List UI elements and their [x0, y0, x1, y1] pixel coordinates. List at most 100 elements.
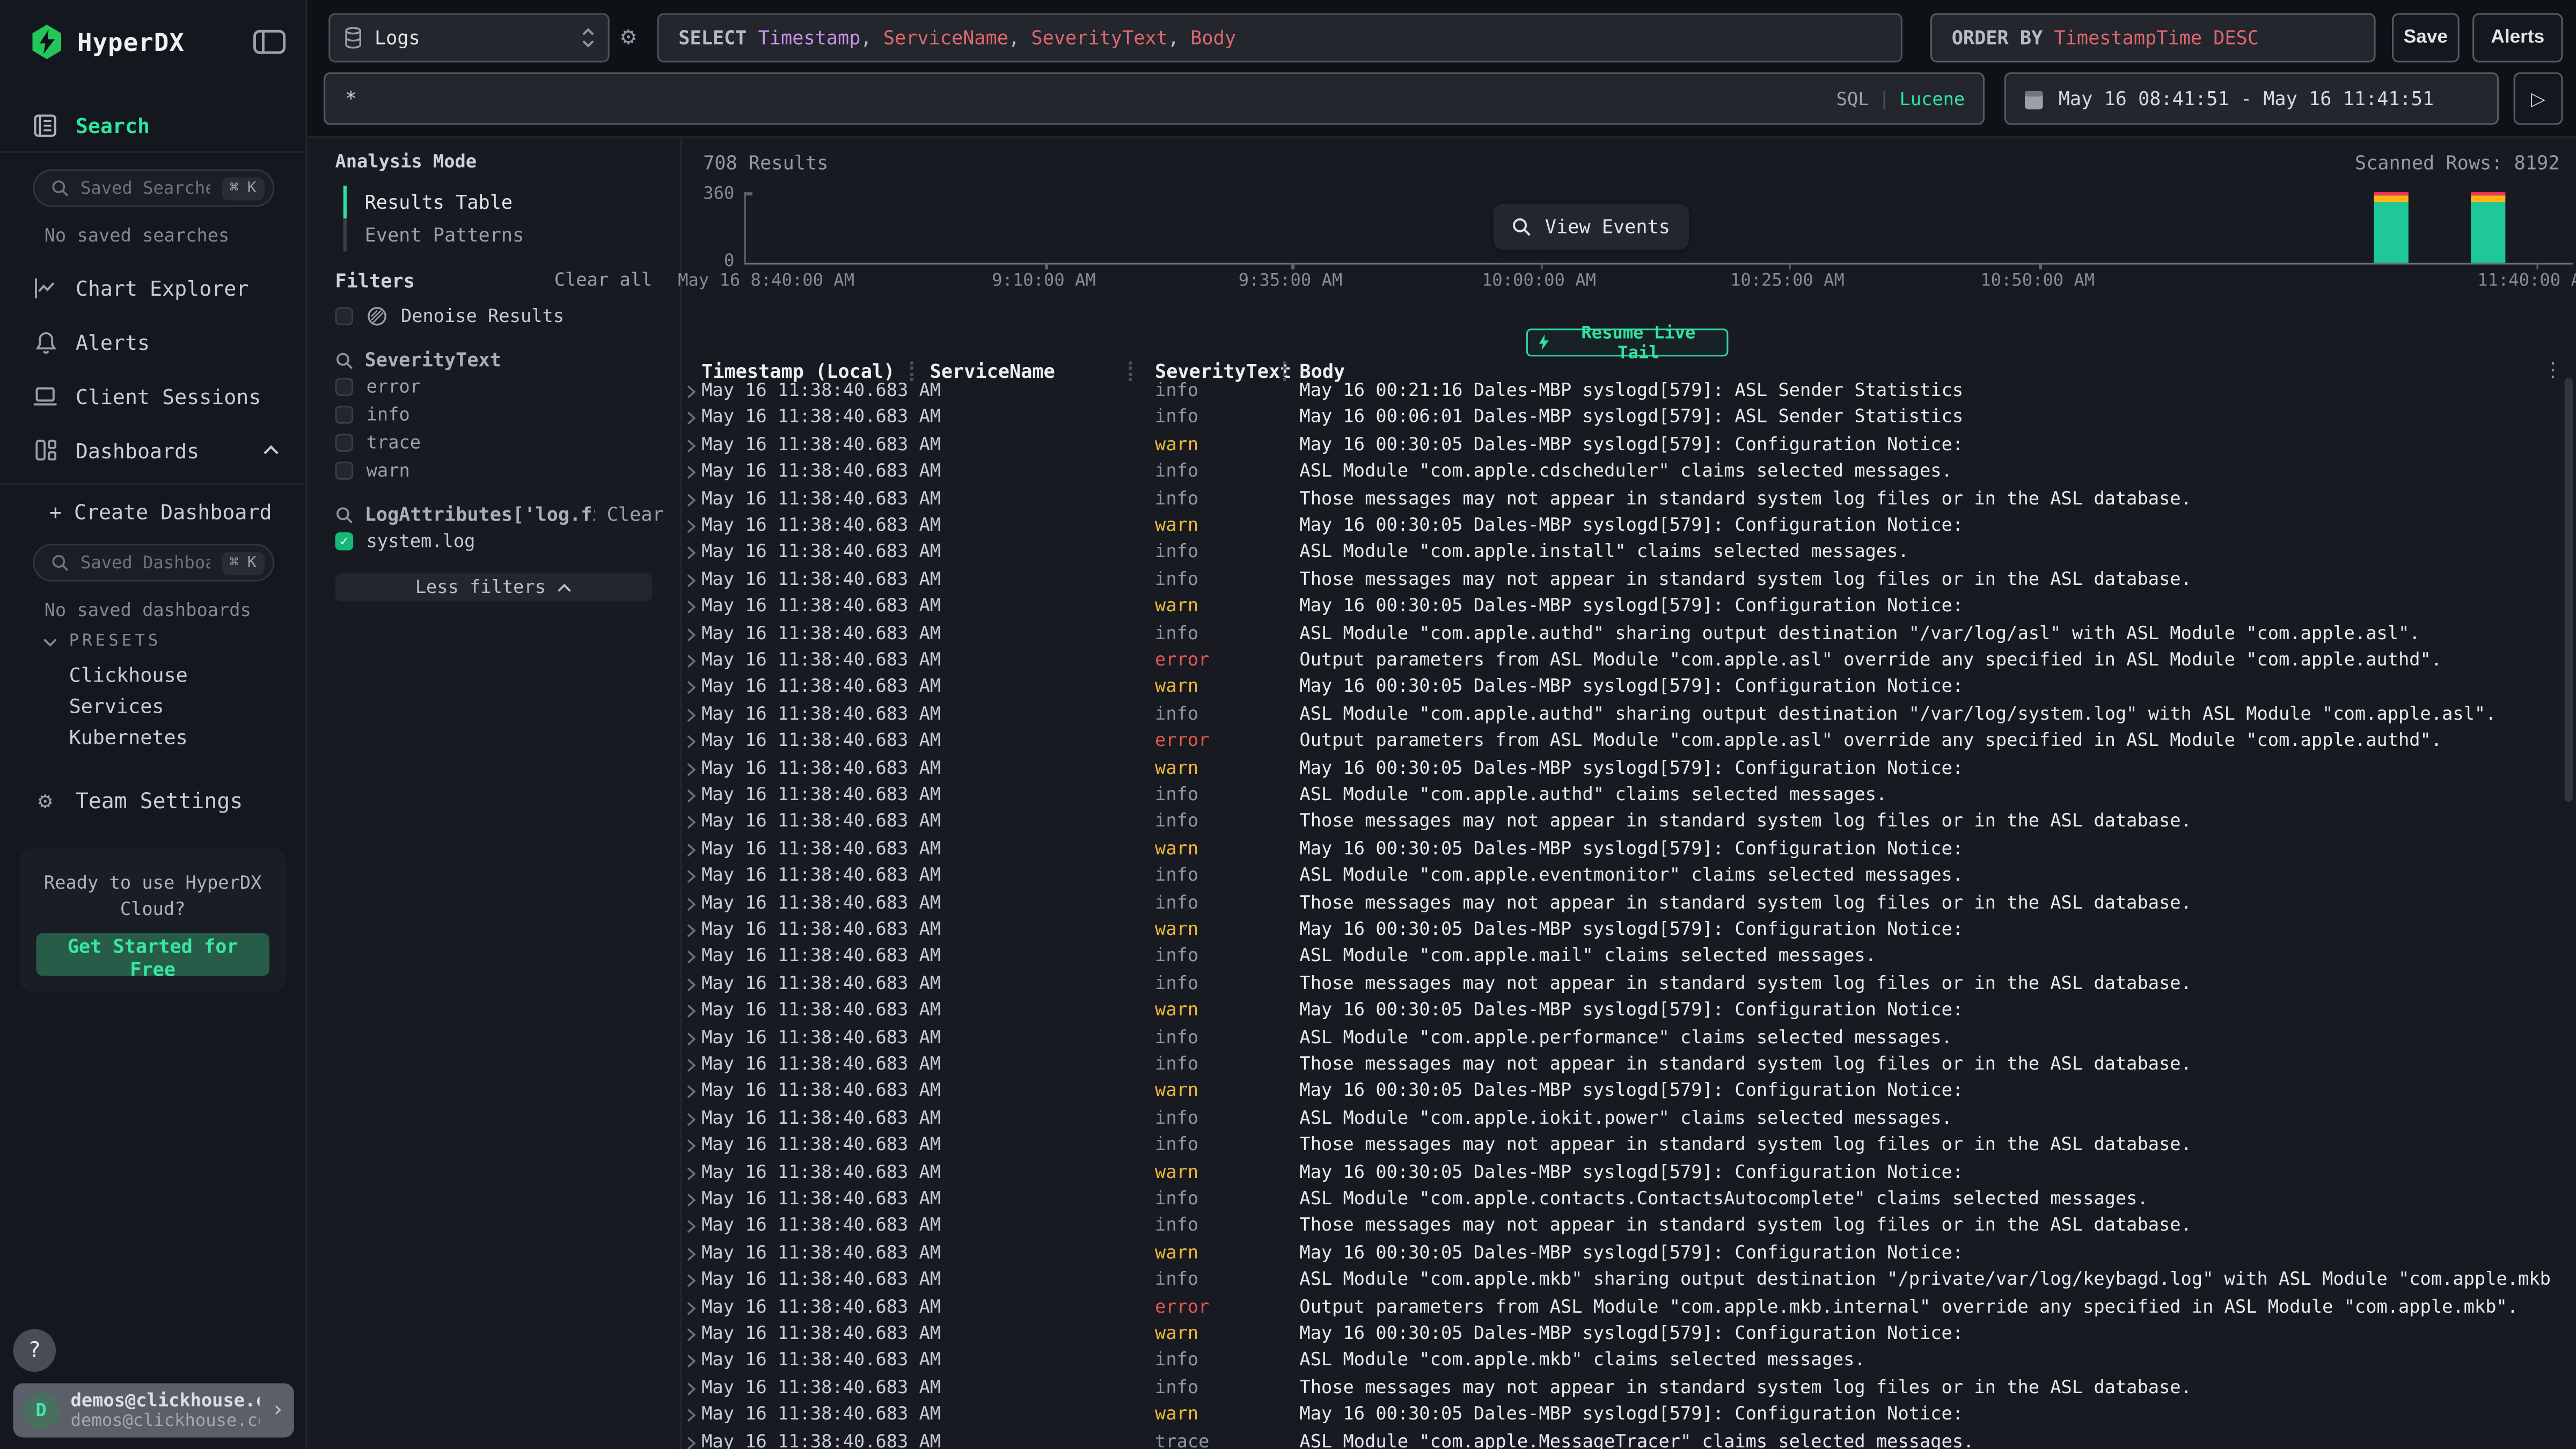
table-row[interactable]: May 16 11:38:40.683 AMinfoThose messages…: [682, 567, 2576, 594]
order-by-editor[interactable]: ORDER BY TimestampTime DESC: [1930, 13, 2376, 62]
row-expand-chevron-icon[interactable]: [685, 950, 697, 965]
row-expand-chevron-icon[interactable]: [685, 1112, 697, 1127]
language-lucene[interactable]: Lucene: [1900, 88, 1965, 109]
create-dashboard-button[interactable]: + Create Dashboard: [0, 491, 305, 530]
filter-option-system.log[interactable]: ✓system.log: [335, 531, 475, 552]
table-row[interactable]: May 16 11:38:40.683 AMinfoThose messages…: [682, 1051, 2576, 1078]
row-expand-chevron-icon[interactable]: [685, 1355, 697, 1370]
row-expand-chevron-icon[interactable]: [685, 1274, 697, 1289]
filter-option-info[interactable]: info: [335, 404, 409, 426]
row-expand-chevron-icon[interactable]: [685, 1247, 697, 1262]
language-sql[interactable]: SQL: [1836, 88, 1869, 109]
row-expand-chevron-icon[interactable]: [685, 1139, 697, 1154]
table-row[interactable]: May 16 11:38:40.683 AMwarnMay 16 00:30:0…: [682, 755, 2576, 782]
preset-clickhouse[interactable]: Clickhouse: [69, 664, 188, 687]
saved-searches-input[interactable]: Saved Searches ⌘ K: [33, 169, 274, 207]
row-expand-chevron-icon[interactable]: [685, 438, 697, 453]
row-expand-chevron-icon[interactable]: [685, 1192, 697, 1208]
row-expand-chevron-icon[interactable]: [685, 654, 697, 669]
row-expand-chevron-icon[interactable]: [685, 977, 697, 992]
clear-filter-link[interactable]: Clear: [607, 503, 664, 526]
table-row[interactable]: May 16 11:38:40.683 AMwarnMay 16 00:30:0…: [682, 1321, 2576, 1348]
row-expand-chevron-icon[interactable]: [685, 843, 697, 858]
view-events-button[interactable]: View Events: [1494, 204, 1689, 250]
table-row[interactable]: May 16 11:38:40.683 AMinfoThose messages…: [682, 1132, 2576, 1159]
help-button[interactable]: ?: [13, 1329, 56, 1372]
sidebar-item-dashboards[interactable]: Dashboards: [0, 430, 305, 470]
row-expand-chevron-icon[interactable]: [685, 1381, 697, 1396]
user-menu[interactable]: D demos@clickhouse.com demos@clickhouse.…: [13, 1384, 294, 1438]
scrollbar-thumb[interactable]: [2565, 378, 2573, 802]
row-expand-chevron-icon[interactable]: [685, 735, 697, 750]
histogram-bar[interactable]: [2470, 193, 2505, 262]
sidebar-item-client-sessions[interactable]: Client Sessions: [0, 376, 305, 415]
table-row[interactable]: May 16 11:38:40.683 AMinfoASL Module "co…: [682, 620, 2576, 647]
row-expand-chevron-icon[interactable]: [685, 384, 697, 399]
filter-option-error[interactable]: error: [335, 376, 421, 398]
table-row[interactable]: May 16 11:38:40.683 AMwarnMay 16 00:30:0…: [682, 674, 2576, 701]
row-expand-chevron-icon[interactable]: [685, 1408, 697, 1423]
alerts-button[interactable]: Alerts: [2472, 13, 2563, 62]
table-row[interactable]: May 16 11:38:40.683 AMwarnMay 16 00:30:0…: [682, 1240, 2576, 1267]
row-expand-chevron-icon[interactable]: [685, 1435, 697, 1449]
table-row[interactable]: May 16 11:38:40.683 AMinfoThose messages…: [682, 1375, 2576, 1402]
table-row[interactable]: May 16 11:38:40.683 AMinfoASL Module "co…: [682, 1348, 2576, 1374]
row-expand-chevron-icon[interactable]: [685, 519, 697, 534]
table-row[interactable]: May 16 11:38:40.683 AMinfoASL Module "co…: [682, 782, 2576, 809]
table-row[interactable]: May 16 11:38:40.683 AMinfoASL Module "co…: [682, 459, 2576, 486]
source-settings-gear-icon[interactable]: ⚙: [621, 25, 636, 49]
table-row[interactable]: May 16 11:38:40.683 AMinfoThose messages…: [682, 809, 2576, 836]
table-row[interactable]: May 16 11:38:40.683 AMinfoMay 16 00:21:1…: [682, 378, 2576, 405]
table-row[interactable]: May 16 11:38:40.683 AMwarnMay 16 00:30:0…: [682, 1159, 2576, 1186]
row-expand-chevron-icon[interactable]: [685, 896, 697, 911]
table-row[interactable]: May 16 11:38:40.683 AMwarnMay 16 00:30:0…: [682, 513, 2576, 539]
table-row[interactable]: May 16 11:38:40.683 AMinfoASL Module "co…: [682, 1106, 2576, 1132]
row-expand-chevron-icon[interactable]: [685, 1031, 697, 1046]
row-expand-chevron-icon[interactable]: [685, 600, 697, 615]
row-expand-chevron-icon[interactable]: [685, 923, 697, 938]
save-button[interactable]: Save: [2392, 13, 2460, 62]
table-row[interactable]: May 16 11:38:40.683 AMwarnMay 16 00:30:0…: [682, 917, 2576, 943]
run-query-button[interactable]: ▷: [2514, 72, 2563, 125]
table-row[interactable]: May 16 11:38:40.683 AMwarnMay 16 00:30:0…: [682, 1078, 2576, 1105]
table-row[interactable]: May 16 11:38:40.683 AMinfoThose messages…: [682, 1213, 2576, 1240]
sidebar-item-team-settings[interactable]: ⚙ Team Settings: [0, 782, 305, 821]
table-row[interactable]: May 16 11:38:40.683 AMerrorOutput parame…: [682, 728, 2576, 755]
table-row[interactable]: May 16 11:38:40.683 AMwarnMay 16 00:30:0…: [682, 1402, 2576, 1429]
sidebar-collapse-icon[interactable]: [253, 30, 286, 54]
row-expand-chevron-icon[interactable]: [685, 1166, 697, 1181]
row-expand-chevron-icon[interactable]: [685, 1300, 697, 1315]
date-range-picker[interactable]: May 16 08:41:51 - May 16 11:41:51: [2004, 72, 2499, 125]
sql-select-editor[interactable]: SELECT Timestamp, ServiceName, SeverityT…: [657, 13, 1902, 62]
row-expand-chevron-icon[interactable]: [685, 465, 697, 480]
table-row[interactable]: May 16 11:38:40.683 AMinfoASL Module "co…: [682, 539, 2576, 566]
table-row[interactable]: May 16 11:38:40.683 AMinfoASL Module "co…: [682, 1267, 2576, 1294]
table-row[interactable]: May 16 11:38:40.683 AMwarnMay 16 00:30:0…: [682, 431, 2576, 458]
table-row[interactable]: May 16 11:38:40.683 AMinfoASL Module "co…: [682, 863, 2576, 890]
row-expand-chevron-icon[interactable]: [685, 681, 697, 696]
source-select[interactable]: Logs: [328, 13, 609, 62]
table-row[interactable]: May 16 11:38:40.683 AMinfoASL Module "co…: [682, 1186, 2576, 1213]
clear-all-link[interactable]: Clear all: [554, 269, 652, 291]
row-expand-chevron-icon[interactable]: [685, 546, 697, 561]
analysis-mode-tab[interactable]: Results Table: [343, 186, 524, 218]
row-expand-chevron-icon[interactable]: [685, 627, 697, 642]
get-started-button[interactable]: Get Started for Free: [36, 933, 269, 976]
sidebar-item-search[interactable]: Search: [0, 105, 305, 144]
table-row[interactable]: May 16 11:38:40.683 AMerrorOutput parame…: [682, 1294, 2576, 1321]
table-row[interactable]: May 16 11:38:40.683 AMinfoASL Module "co…: [682, 943, 2576, 970]
presets-toggle[interactable]: PRESETS: [43, 633, 162, 651]
row-expand-chevron-icon[interactable]: [685, 762, 697, 777]
resume-live-tail-button[interactable]: Resume Live Tail: [1526, 328, 1729, 356]
brand[interactable]: HyperDX: [30, 23, 185, 61]
row-expand-chevron-icon[interactable]: [685, 788, 697, 803]
table-row[interactable]: May 16 11:38:40.683 AMinfoASL Module "co…: [682, 1024, 2576, 1051]
row-expand-chevron-icon[interactable]: [685, 1327, 697, 1342]
table-row[interactable]: May 16 11:38:40.683 AMwarnMay 16 00:30:0…: [682, 836, 2576, 863]
filter-option-trace[interactable]: trace: [335, 432, 421, 453]
table-row[interactable]: May 16 11:38:40.683 AMinfoThose messages…: [682, 971, 2576, 998]
sidebar-item-chart-explorer[interactable]: Chart Explorer: [0, 268, 305, 307]
histogram-bar[interactable]: [2374, 193, 2408, 262]
preset-services[interactable]: Services: [69, 695, 164, 718]
table-row[interactable]: May 16 11:38:40.683 AMtraceASL Module "c…: [682, 1429, 2576, 1449]
